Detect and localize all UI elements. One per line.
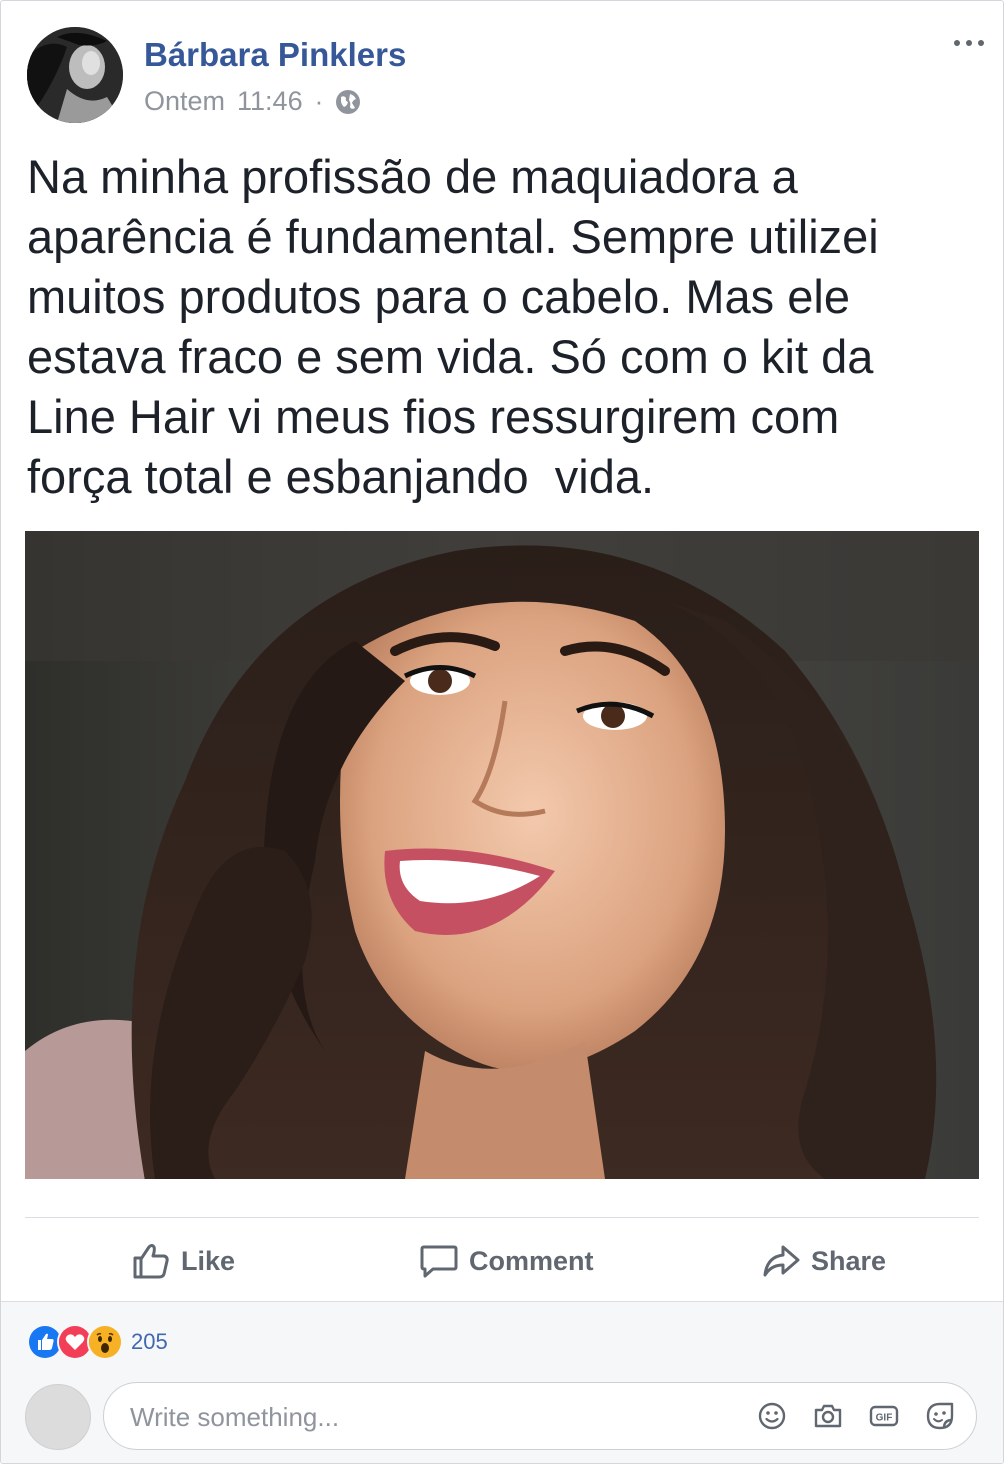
wow-reaction-icon	[87, 1324, 123, 1360]
like-button[interactable]: Like	[131, 1233, 235, 1289]
comment-button[interactable]: Comment	[419, 1233, 594, 1289]
post-photo[interactable]	[25, 531, 979, 1179]
comment-label: Comment	[469, 1245, 594, 1276]
post-meta: Ontem 11:46 ·	[144, 83, 361, 119]
author-avatar[interactable]	[27, 27, 123, 123]
reactions-summary[interactable]: 205	[27, 1324, 168, 1360]
emoji-icon[interactable]	[756, 1400, 788, 1432]
reaction-count[interactable]: 205	[131, 1327, 168, 1357]
action-divider	[25, 1217, 979, 1218]
post-footer: 205 GIF	[1, 1301, 1003, 1463]
sticker-icon[interactable]	[924, 1400, 956, 1432]
svg-text:GIF: GIF	[876, 1413, 893, 1424]
comment-icon	[419, 1241, 459, 1281]
post-text: Na minha profissão de maquiadora a aparê…	[27, 150, 879, 503]
author-name[interactable]: Bárbara Pinklers	[144, 35, 406, 75]
post-time[interactable]: 11:46	[237, 83, 303, 119]
gif-icon[interactable]: GIF	[868, 1400, 900, 1432]
post-date[interactable]: Ontem	[144, 83, 225, 119]
meta-separator: ·	[314, 86, 324, 116]
thumbs-up-icon	[131, 1241, 171, 1281]
commenter-avatar	[25, 1384, 91, 1450]
like-label: Like	[181, 1245, 236, 1276]
comment-composer[interactable]: GIF	[103, 1382, 977, 1451]
share-label: Share	[811, 1245, 887, 1276]
share-button[interactable]: Share	[761, 1233, 886, 1289]
more-options-icon[interactable]	[949, 31, 989, 55]
comment-input[interactable]	[128, 1383, 732, 1451]
camera-icon[interactable]	[812, 1400, 844, 1432]
globe-icon[interactable]	[335, 88, 361, 114]
share-arrow-icon	[761, 1241, 801, 1281]
post-card: Bárbara Pinklers Ontem 11:46 · Na minha …	[0, 0, 1004, 1464]
